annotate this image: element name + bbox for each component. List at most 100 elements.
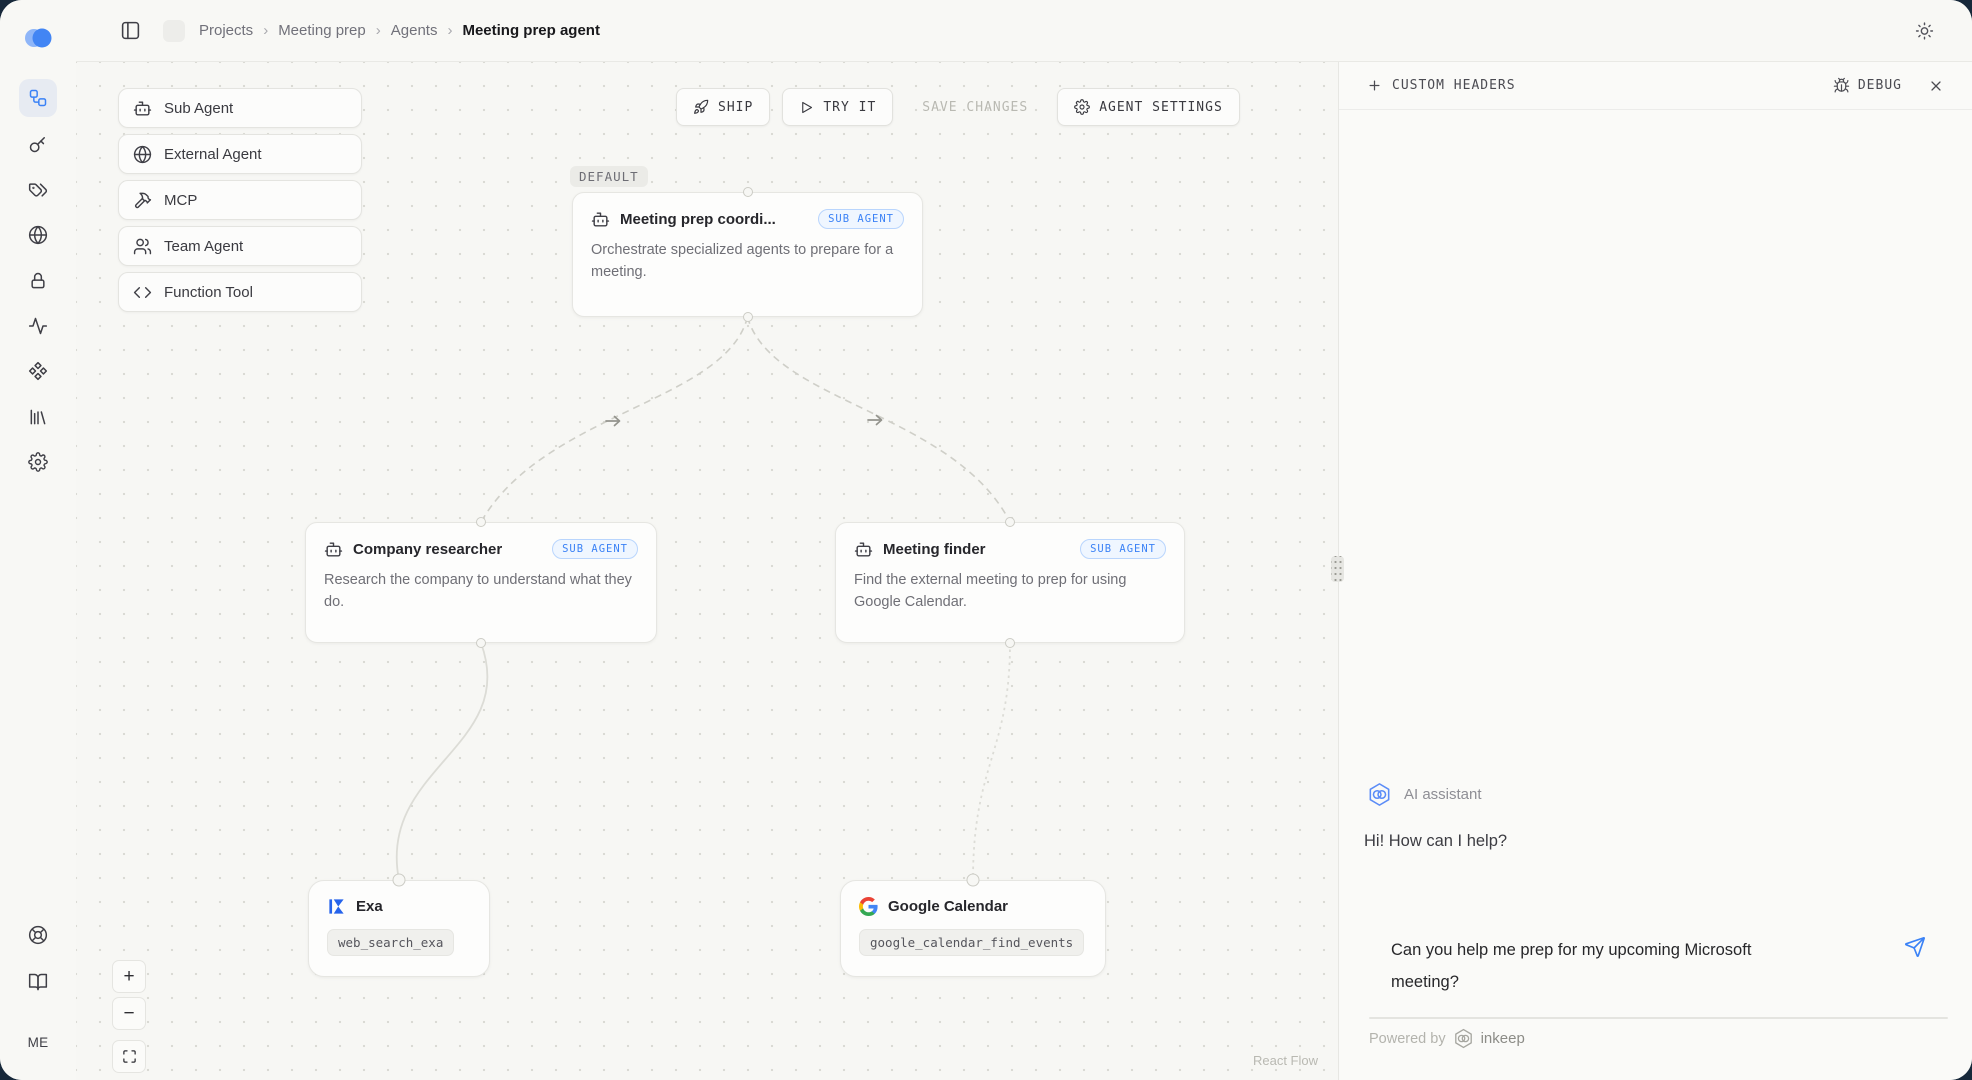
code-icon — [133, 283, 152, 302]
node-meeting-prep-coordinator[interactable]: Meeting prep coordi... SUB AGENT Orchest… — [572, 192, 923, 317]
play-icon — [799, 100, 814, 115]
try-it-panel: CUSTOM HEADERS DEBUG — [1338, 62, 1972, 1080]
palette-item-label: Team Agent — [164, 238, 243, 255]
breadcrumb-agents[interactable]: Agents — [391, 22, 438, 39]
agent-settings-button[interactable]: AGENT SETTINGS — [1057, 88, 1240, 126]
edge-arrow-icon — [868, 416, 882, 425]
zoom-in-button[interactable]: + — [112, 960, 146, 993]
plus-icon — [1367, 78, 1382, 93]
ship-button[interactable]: SHIP — [676, 88, 770, 126]
org-avatar-placeholder — [163, 20, 185, 42]
palette-item-label: External Agent — [164, 146, 262, 163]
sub-agent-badge: SUB AGENT — [552, 539, 638, 559]
zoom-out-button[interactable]: − — [112, 997, 146, 1030]
node-google-calendar-tool[interactable]: Google Calendar google_calendar_find_eve… — [840, 880, 1106, 977]
node-handle[interactable] — [743, 312, 753, 322]
palette-item-mcp[interactable]: MCP — [118, 180, 362, 220]
canvas-toolbar: SHIP TRY IT SAVE CHANGES AGENT SETTINGS — [676, 88, 1240, 126]
node-company-researcher[interactable]: Company researcher SUB AGENT Research th… — [305, 522, 657, 643]
send-button[interactable] — [1904, 936, 1926, 958]
breadcrumb-projects[interactable]: Projects — [199, 22, 253, 39]
node-title: Exa — [356, 898, 383, 915]
exa-logo — [327, 897, 346, 916]
palette-item-label: Function Tool — [164, 284, 253, 301]
activity-icon — [28, 316, 48, 336]
node-description: Find the external meeting to prep for us… — [854, 570, 1166, 614]
try-it-button[interactable]: TRY IT — [782, 88, 893, 126]
gear-icon — [28, 452, 48, 472]
debug-button[interactable]: DEBUG — [1833, 77, 1902, 94]
inkeep-logo[interactable] — [19, 19, 57, 57]
sidebar-item-library[interactable] — [19, 398, 57, 436]
palette-item-team-agent[interactable]: Team Agent — [118, 226, 362, 266]
sidebar-item-external[interactable] — [19, 216, 57, 254]
hammer-icon — [133, 191, 152, 210]
assistant-message: Hi! How can I help? — [1364, 832, 1507, 851]
node-title: Meeting finder — [883, 541, 986, 558]
ship-button-label: SHIP — [718, 100, 753, 115]
sidebar-item-api-keys[interactable] — [19, 125, 57, 163]
tags-icon — [28, 180, 48, 200]
tool-name-pill: google_calendar_find_events — [859, 929, 1084, 956]
default-graph-badge: DEFAULT — [570, 166, 648, 187]
users-icon — [133, 237, 152, 256]
custom-headers-button[interactable]: CUSTOM HEADERS — [1367, 78, 1516, 93]
flow-canvas[interactable]: Sub Agent External Agent MCP Team Agent … — [76, 62, 1338, 1080]
node-handle[interactable] — [743, 187, 753, 197]
palette-item-label: MCP — [164, 192, 197, 209]
breadcrumb-project[interactable]: Meeting prep — [278, 22, 366, 39]
node-handle[interactable] — [476, 517, 486, 527]
powered-by-label: Powered by — [1369, 1031, 1446, 1047]
bug-icon — [1833, 77, 1850, 94]
react-flow-attribution[interactable]: React Flow — [1253, 1053, 1318, 1068]
node-handle[interactable] — [1005, 517, 1015, 527]
icon-rail: ME — [0, 0, 76, 1080]
user-avatar[interactable]: ME — [19, 1023, 57, 1061]
node-handle[interactable] — [393, 874, 406, 887]
breadcrumb-separator: › — [376, 22, 381, 39]
bot-icon — [591, 210, 610, 229]
node-description: Orchestrate specialized agents to prepar… — [591, 240, 904, 284]
breadcrumb-separator: › — [447, 22, 452, 39]
sidebar-item-docs[interactable] — [19, 963, 57, 1001]
panel-left-toggle[interactable] — [120, 20, 141, 41]
debug-label: DEBUG — [1858, 78, 1902, 93]
globe-icon — [28, 225, 48, 245]
sidebar-item-tags[interactable] — [19, 171, 57, 209]
save-changes-button[interactable]: SAVE CHANGES — [905, 88, 1045, 126]
palette-item-sub-agent[interactable]: Sub Agent — [118, 88, 362, 128]
globe-icon — [133, 145, 152, 164]
sidebar-item-graph[interactable] — [19, 79, 57, 117]
node-handle[interactable] — [967, 874, 980, 887]
node-meeting-finder[interactable]: Meeting finder SUB AGENT Find the extern… — [835, 522, 1185, 643]
avatar-initials: ME — [28, 1035, 49, 1050]
powered-by[interactable]: Powered by inkeep — [1369, 1028, 1525, 1049]
gear-icon — [1074, 99, 1090, 115]
custom-headers-label: CUSTOM HEADERS — [1392, 78, 1516, 93]
node-handle[interactable] — [476, 638, 486, 648]
close-panel-button[interactable] — [1928, 78, 1944, 94]
palette-item-external-agent[interactable]: External Agent — [118, 134, 362, 174]
lock-icon — [28, 271, 48, 291]
sidebar-item-support[interactable] — [19, 916, 57, 954]
chat-input[interactable]: Can you help me prep for my upcoming Mic… — [1391, 934, 1803, 1006]
node-handle[interactable] — [1005, 638, 1015, 648]
send-icon — [1904, 936, 1926, 958]
palette-item-function-tool[interactable]: Function Tool — [118, 272, 362, 312]
panel-left-icon — [120, 20, 141, 41]
sidebar-item-activity[interactable] — [19, 307, 57, 345]
theme-toggle-button[interactable] — [1915, 21, 1934, 40]
node-exa-tool[interactable]: Exa web_search_exa — [308, 880, 490, 977]
workflow-icon — [28, 88, 48, 108]
inkeep-assistant-icon — [1367, 782, 1392, 807]
sidebar-item-settings[interactable] — [19, 443, 57, 481]
fit-view-button[interactable] — [112, 1040, 146, 1073]
key-icon — [28, 134, 48, 154]
chat-input-container: Can you help me prep for my upcoming Mic… — [1369, 920, 1950, 1016]
panel-resize-grip[interactable] — [1331, 556, 1344, 582]
edge-arrow-icon — [606, 417, 620, 426]
input-divider — [1369, 1017, 1948, 1019]
sidebar-item-components[interactable] — [19, 352, 57, 390]
sidebar-item-credentials[interactable] — [19, 262, 57, 300]
bot-icon — [854, 540, 873, 559]
